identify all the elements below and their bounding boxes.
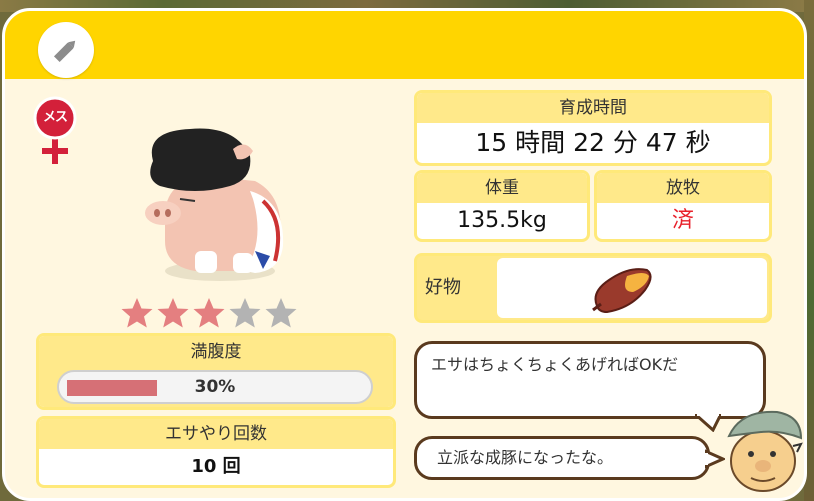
raise-time-label: 育成時間 xyxy=(417,93,769,123)
satiety-body: 30% xyxy=(39,368,393,407)
pencil-icon xyxy=(53,40,76,63)
star-filled-icon xyxy=(193,298,225,328)
star-rating xyxy=(120,296,310,330)
star-empty-icon xyxy=(265,298,297,328)
farmer-avatar xyxy=(727,410,803,492)
feed-count-value: 10 回 xyxy=(191,456,241,477)
weight-value: 135.5kg xyxy=(457,208,547,233)
favorite-food-box xyxy=(497,258,767,318)
pig-status-panel: メス 満腹度 30% エサやり回数 10 回 育成時間 15 時間 22 分 4… xyxy=(2,8,807,501)
sweet-potato-icon xyxy=(592,268,652,314)
satiety-value: 30% xyxy=(194,377,236,397)
favorite-food-card: 好物 xyxy=(414,253,772,323)
satiety-label: 満腹度 xyxy=(39,336,393,368)
star-filled-icon xyxy=(121,298,153,328)
favorite-food-label: 好物 xyxy=(425,277,461,298)
speech-bubble-comment: 立派な成豚になったな。 xyxy=(414,436,710,480)
star-empty-icon xyxy=(229,298,261,328)
satiety-card: 満腹度 30% xyxy=(36,333,396,410)
gender-badge: メス xyxy=(27,96,83,168)
speech-bubble-advice: エサはちょくちょくあげればOKだ xyxy=(414,341,766,419)
pig-illustration xyxy=(145,128,284,281)
raise-time-value: 15 時間 22 分 47 秒 xyxy=(475,128,711,157)
grazing-value: 済 xyxy=(671,208,694,233)
speech-bubble-tail xyxy=(695,414,721,432)
raise-time-card: 育成時間 15 時間 22 分 47 秒 xyxy=(414,90,772,166)
grazing-card: 放牧 済 xyxy=(594,170,772,242)
grazing-label: 放牧 xyxy=(597,173,769,203)
feed-count-card: エサやり回数 10 回 xyxy=(36,416,396,488)
gender-label: メス xyxy=(42,110,68,125)
weight-label: 体重 xyxy=(417,173,587,203)
star-filled-icon xyxy=(157,298,189,328)
weight-card: 体重 135.5kg xyxy=(414,170,590,242)
header-band xyxy=(5,11,804,79)
feed-count-label: エサやり回数 xyxy=(39,419,393,449)
satiety-gauge: 30% xyxy=(57,370,373,404)
edit-button[interactable] xyxy=(38,22,94,78)
